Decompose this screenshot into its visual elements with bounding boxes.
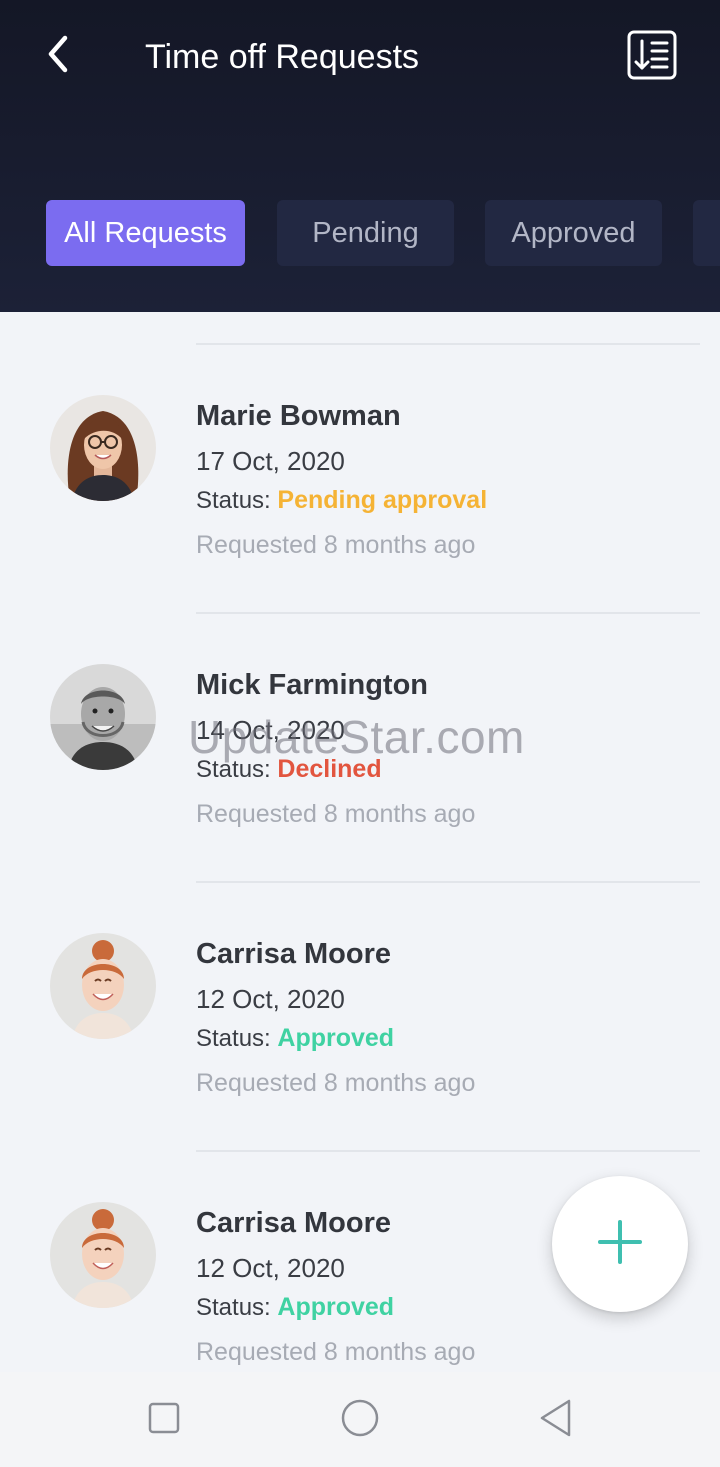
add-request-button[interactable] — [552, 1176, 688, 1312]
recent-apps-icon — [147, 1401, 181, 1440]
employee-name: Carrisa Moore — [196, 1207, 392, 1239]
request-date: 17 Oct, 2020 — [196, 446, 345, 476]
request-date: 12 Oct, 2020 — [196, 984, 345, 1014]
requested-time: Requested 8 months ago — [196, 1338, 476, 1366]
avatar — [50, 395, 156, 501]
requested-time: Requested 8 months ago — [196, 1069, 476, 1097]
sort-list-icon — [627, 30, 677, 85]
status-label: Status: — [196, 756, 271, 783]
tab-pending[interactable]: Pending — [277, 200, 454, 266]
employee-name: Marie Bowman — [196, 400, 401, 432]
tab-all-requests[interactable]: All Requests — [46, 200, 245, 266]
list-item[interactable]: Marie Bowman 17 Oct, 2020 Status: Pendin… — [0, 345, 720, 614]
list-item[interactable]: Mick Farmington 14 Oct, 2020 Status: Dec… — [0, 614, 720, 883]
tab-more[interactable] — [693, 200, 720, 266]
requested-time: Requested 8 months ago — [196, 800, 476, 828]
home-icon — [340, 1398, 380, 1443]
sort-button[interactable] — [626, 30, 678, 85]
status-badge: Approved — [277, 1024, 395, 1052]
request-date: 12 Oct, 2020 — [196, 1253, 345, 1283]
page-title: Time off Requests — [145, 38, 420, 76]
employee-name: Carrisa Moore — [196, 938, 392, 970]
recent-apps-button[interactable] — [134, 1394, 194, 1446]
list-item[interactable]: Carrisa Moore 12 Oct, 2020 Status: Appro… — [0, 883, 720, 1152]
status-row: Status: Declined — [196, 754, 382, 785]
status-badge: Declined — [277, 755, 382, 783]
employee-name: Mick Farmington — [196, 669, 429, 701]
status-label: Status: — [196, 1025, 271, 1052]
status-badge: Pending approval — [277, 486, 488, 514]
back-nav-button[interactable] — [526, 1394, 586, 1446]
avatar — [50, 933, 156, 1039]
status-row: Status: Approved — [196, 1292, 394, 1323]
status-row: Status: Approved — [196, 1023, 394, 1054]
back-button[interactable] — [34, 30, 82, 82]
app-header: Time off Requests All Requests Pending A… — [0, 0, 720, 312]
chevron-left-icon — [43, 34, 73, 79]
status-label: Status: — [196, 487, 271, 514]
status-label: Status: — [196, 1294, 271, 1321]
request-date: 14 Oct, 2020 — [196, 715, 345, 745]
tab-approved[interactable]: Approved — [485, 200, 662, 266]
system-nav-bar — [0, 1372, 720, 1467]
avatar — [50, 1202, 156, 1308]
status-row: Status: Pending approval — [196, 485, 487, 516]
status-badge: Approved — [277, 1293, 395, 1321]
filter-tabs: All Requests Pending Approved — [46, 200, 720, 266]
back-triangle-icon — [538, 1398, 574, 1443]
requested-time: Requested 8 months ago — [196, 531, 476, 559]
home-button[interactable] — [330, 1394, 390, 1446]
plus-icon — [598, 1219, 642, 1269]
avatar — [50, 664, 156, 770]
